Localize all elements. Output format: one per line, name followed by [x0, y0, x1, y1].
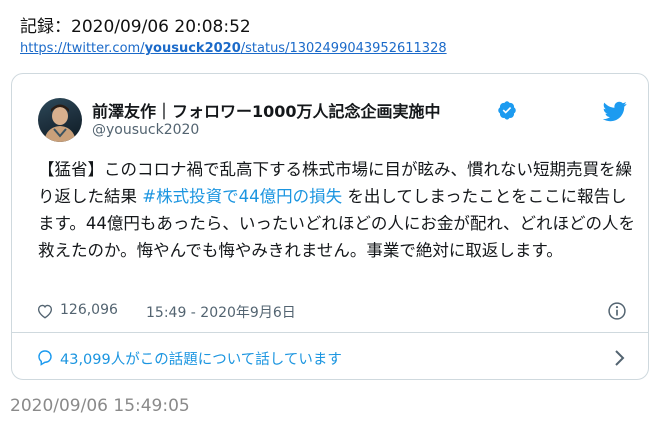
verified-badge-icon	[498, 101, 516, 120]
divider	[12, 332, 648, 333]
info-icon[interactable]	[607, 301, 627, 321]
record-timestamp: 記録：2020/09/06 20:08:52	[20, 17, 251, 37]
conversation-count-label: 43,099人がこの話題について話しています	[60, 352, 342, 368]
url-suffix: /status/1302499043952611328	[240, 41, 447, 56]
hashtag-link[interactable]: #株式投資で44億円の損失	[142, 187, 342, 206]
display-name[interactable]: 前澤友作｜フォロワー1000万人記念企画実施中	[92, 98, 441, 122]
conversation-link[interactable]: 43,099人がこの話題について話しています	[36, 346, 626, 370]
speech-bubble-icon	[38, 350, 52, 366]
user-handle[interactable]: @yousuck2020	[92, 122, 199, 138]
twitter-bird-icon[interactable]	[603, 99, 627, 123]
tweet-meta-row: 126,096 15:49 - 2020年9月6日	[36, 300, 626, 322]
heart-icon[interactable]	[36, 302, 54, 320]
url-username: yousuck2020	[144, 41, 241, 56]
capture-timestamp: 2020/09/06 15:49:05	[10, 396, 190, 416]
tweet-url-link[interactable]: https://twitter.com/yousuck2020/status/1…	[20, 41, 447, 56]
tweet-text: 【猛省】このコロナ禍で乱高下する株式市場に目が眩み、慣れない短期売買を繰り返した…	[38, 156, 638, 264]
chevron-right-icon	[615, 350, 625, 366]
tweet-timestamp[interactable]: 15:49 - 2020年9月6日	[146, 302, 296, 322]
like-count: 126,096	[60, 302, 118, 318]
url-prefix: https://twitter.com/	[20, 41, 145, 56]
avatar[interactable]	[38, 98, 82, 142]
tweet-card: 前澤友作｜フォロワー1000万人記念企画実施中 @yousuck2020 【猛省…	[11, 73, 649, 380]
